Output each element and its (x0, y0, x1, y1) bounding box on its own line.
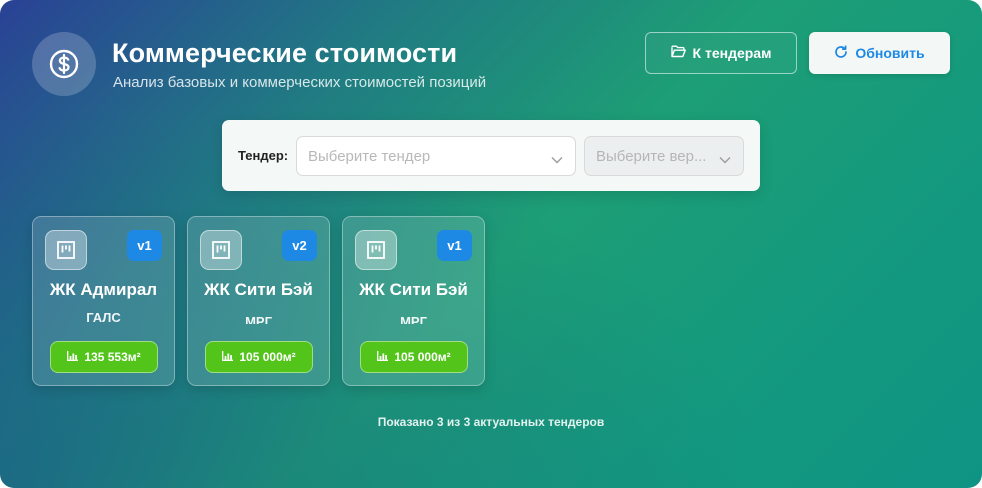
chevron-down-icon (719, 151, 731, 169)
refresh-icon (834, 44, 848, 62)
version-badge: v1 (437, 230, 472, 261)
version-badge: v2 (282, 230, 317, 261)
tender-filter: Тендер: Выберите тендер Выберите вер... (222, 120, 760, 191)
project-icon (200, 230, 242, 270)
refresh-label: Обновить (855, 45, 925, 61)
page-subtitle: Анализ базовых и коммерческих стоимостей… (113, 74, 487, 91)
folder-open-icon (670, 45, 686, 61)
tender-client: ГАЛС (86, 310, 121, 325)
back-to-tenders-label: К тендерам (692, 45, 772, 61)
refresh-button[interactable]: Обновить (809, 32, 950, 74)
version-badge: v1 (127, 230, 162, 261)
area-badge: 135 553м² (50, 341, 158, 373)
area-badge: 105 000м² (360, 341, 468, 373)
bar-chart-icon (222, 350, 234, 364)
area-value: 135 553м² (84, 350, 141, 364)
tender-select[interactable]: Выберите тендер (296, 136, 576, 176)
tender-client: МРГ (245, 314, 272, 324)
version-select-placeholder: Выберите вер... (596, 148, 707, 165)
tender-select-placeholder: Выберите тендер (308, 148, 431, 165)
area-value: 105 000м² (239, 350, 296, 364)
area-badge: 105 000м² (205, 341, 313, 373)
chevron-down-icon (551, 151, 563, 169)
tenders-count-note: Показано 3 из 3 актуальных тендеров (377, 415, 605, 429)
tender-client: МРГ (400, 314, 427, 324)
version-select[interactable]: Выберите вер... (584, 136, 744, 176)
project-icon (45, 230, 87, 270)
tender-title: ЖК Адмирал (49, 280, 158, 299)
commercial-costs-panel: Коммерческие стоимости Анализ базовых и … (0, 0, 982, 488)
dollar-icon (32, 32, 96, 96)
tender-filter-label: Тендер: (238, 148, 289, 163)
tender-card[interactable]: v1 ЖК Сити Бэй МРГ 105 000м² (342, 216, 485, 386)
area-value: 105 000м² (394, 350, 451, 364)
tender-card[interactable]: v1 ЖК Адмирал ГАЛС 135 553м² (32, 216, 175, 386)
bar-chart-icon (377, 350, 389, 364)
project-icon (355, 230, 397, 270)
tender-title: ЖК Сити Бэй (204, 280, 313, 299)
page-title: Коммерческие стоимости (112, 38, 458, 68)
tender-title: ЖК Сити Бэй (359, 280, 468, 299)
bar-chart-icon (67, 350, 79, 364)
tender-card[interactable]: v2 ЖК Сити Бэй МРГ 105 000м² (187, 216, 330, 386)
back-to-tenders-button[interactable]: К тендерам (645, 32, 797, 74)
